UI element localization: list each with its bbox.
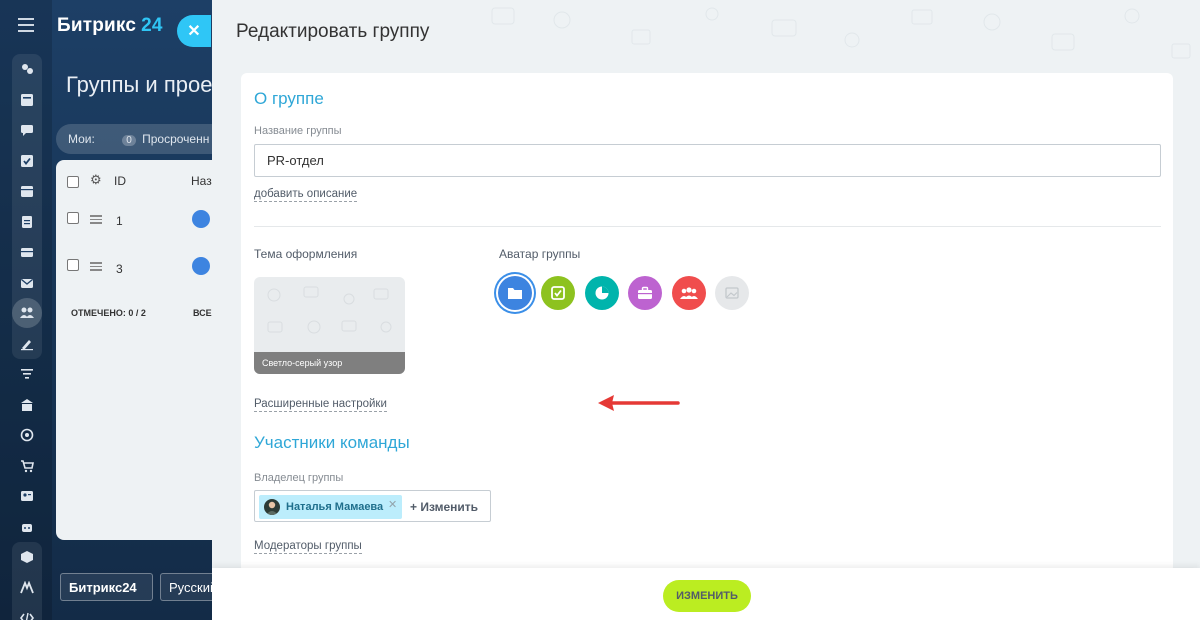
folder-icon [508,288,522,299]
group-name-input[interactable]: PR-отдел [254,144,1161,177]
edit-group-slider: Редактировать группу О группе Название г… [212,0,1200,620]
avatar-option-upload[interactable] [715,276,749,310]
avatar-option-people[interactable] [672,276,706,310]
brand-logo[interactable]: Битрикс 24 [57,15,163,37]
page-title: Группы и проек [66,72,223,97]
about-section-title: О группе [254,89,324,108]
people-icon [680,287,698,299]
total-counter: ВСЕ [193,308,212,318]
theme-label: Тема оформления [254,247,358,261]
avatar-label: Аватар группы [499,247,581,261]
menu-burger-icon[interactable] [18,18,34,32]
filter-funnel-icon[interactable] [12,359,42,389]
avatar-option-chart[interactable] [585,276,619,310]
column-id[interactable]: ID [114,174,126,188]
tasks-icon[interactable] [12,85,42,115]
image-icon [725,287,739,299]
left-menu-group [12,54,42,359]
annotation-arrow-icon [598,395,680,411]
company-icon[interactable] [12,390,42,420]
avatar-option-folder[interactable] [498,276,532,310]
save-button[interactable]: ИЗМЕНИТЬ [663,580,751,612]
gear-icon[interactable]: ⚙ [90,172,102,188]
theme-preview[interactable]: Светло-серый узор [254,277,405,374]
row-id: 3 [116,262,123,276]
drag-handle-icon[interactable] [90,215,102,224]
group-name-value: PR-отдел [267,153,324,168]
left-menu-bar [0,0,52,620]
robot-icon[interactable] [12,512,42,542]
filter-bar[interactable]: Мои: 0 Просроченн [56,124,216,154]
row-id: 1 [116,214,123,228]
chat-icon[interactable] [12,115,42,145]
pie-chart-icon [595,286,609,300]
filter-overdue-label[interactable]: Просроченн [142,132,209,146]
add-description-link[interactable]: добавить описание [254,187,358,202]
slider-footer: ИЗМЕНИТЬ [212,568,1200,620]
column-name[interactable]: Наз [191,174,212,188]
groups-icon[interactable] [12,298,42,328]
check-board-icon [551,286,565,300]
filter-count-badge: 0 [122,135,136,146]
calendar-icon[interactable] [12,176,42,206]
selected-counter: ОТМЕЧЕНО: 0 / 2 [71,308,146,318]
mail-icon[interactable] [12,268,42,298]
signature-icon[interactable] [12,329,42,359]
change-owner-button[interactable]: + Изменить [410,500,478,514]
target-icon[interactable] [12,420,42,450]
remove-owner-icon[interactable]: ✕ [388,498,397,511]
contact-card-icon[interactable] [12,481,42,511]
developer-code-icon[interactable] [12,603,42,620]
separator [254,226,1161,227]
folder-icon [192,210,210,228]
avatar [264,499,280,515]
table-row[interactable]: 3 [56,244,216,290]
form-card: О группе Название группы PR-отдел добави… [241,73,1173,573]
avatar-option-briefcase[interactable] [628,276,662,310]
group-name-label: Название группы [254,125,342,137]
moderators-link[interactable]: Модераторы группы [254,539,362,554]
brand-number: 24 [141,15,163,36]
owner-selector[interactable]: Наталья Мамаева ✕ + Изменить [254,490,491,522]
owner-chip[interactable]: Наталья Мамаева ✕ [259,495,402,519]
briefcase-icon [638,286,652,299]
brand-name: Битрикс [57,15,137,36]
owner-label: Владелец группы [254,472,344,484]
left-menu-group-bottom [12,542,42,620]
checkbox-icon[interactable] [12,146,42,176]
drive-icon[interactable] [12,237,42,267]
document-icon[interactable] [12,207,42,237]
close-slider-button[interactable]: ✕ [177,15,211,47]
table-row[interactable]: 1 [56,198,216,244]
feed-icon[interactable] [12,54,42,84]
avatar-option-board[interactable] [541,276,575,310]
row-checkbox[interactable] [67,259,79,271]
select-all-checkbox[interactable] [67,176,79,188]
groups-table: ⚙ ID Наз 1 3 ОТМЕЧЕНО: 0 / 2 ВСЕ [56,160,216,540]
cart-icon[interactable] [12,451,42,481]
advanced-settings-link[interactable]: Расширенные настройки [254,397,387,412]
slider-title: Редактировать группу [236,21,430,42]
row-checkbox[interactable] [67,212,79,224]
left-menu-icons [12,54,42,620]
theme-caption: Светло-серый узор [254,352,405,374]
box-icon[interactable] [12,542,42,572]
drag-handle-icon[interactable] [90,262,102,271]
folder-icon [192,257,210,275]
language-button[interactable]: Русский [160,573,216,601]
bitrix24-button[interactable]: Битрикс24 [60,573,153,601]
marketplace-icon[interactable] [12,573,42,603]
filter-label: Мои: [68,132,95,146]
team-section-title: Участники команды [254,433,410,452]
owner-name: Наталья Мамаева [286,501,384,513]
